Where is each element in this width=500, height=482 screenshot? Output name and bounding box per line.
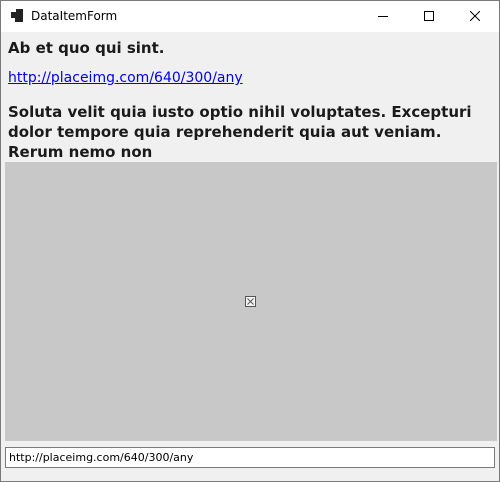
app-icon: [11, 9, 24, 22]
minimize-icon: [378, 16, 388, 17]
url-field[interactable]: [5, 447, 495, 468]
window-title: DataItemForm: [31, 9, 118, 23]
close-button[interactable]: [452, 1, 498, 32]
maximize-button[interactable]: [406, 1, 452, 32]
form-content: Ab et quo qui sint. http://placeimg.com/…: [1, 32, 499, 481]
broken-image-icon: [245, 296, 256, 307]
item-description: Soluta velit quia iusto optio nihil volu…: [8, 103, 472, 161]
url-input[interactable]: [9, 451, 491, 464]
data-item-form-window: DataItemForm Ab et quo qui sint. http://…: [0, 0, 500, 482]
item-title: Ab et quo qui sint.: [8, 39, 165, 57]
image-preview: [5, 162, 497, 441]
title-bar[interactable]: DataItemForm: [1, 1, 499, 32]
minimize-button[interactable]: [360, 1, 406, 32]
close-icon: [470, 11, 480, 21]
image-url-link[interactable]: http://placeimg.com/640/300/any: [8, 70, 243, 86]
maximize-icon: [424, 11, 434, 21]
